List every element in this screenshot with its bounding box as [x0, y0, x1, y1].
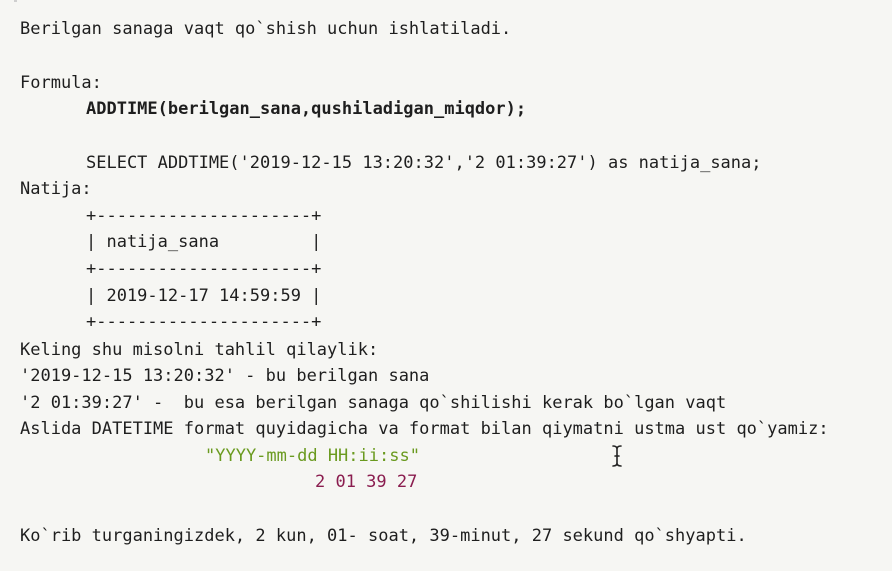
- text-cursor-icon: [612, 445, 622, 467]
- conclusion-text: Ko`rib turganingizdek, 2 kun, 01- soat, …: [20, 526, 747, 546]
- formula-syntax: ADDTIME(berilgan_sana,qushiladigan_miqdo…: [86, 99, 527, 119]
- result-table-border-mid: +---------------------+: [86, 259, 322, 279]
- intro-text: Berilgan sanaga vaqt qo`shish uchun ishl…: [20, 19, 512, 39]
- result-label: Natija:: [20, 179, 92, 199]
- analysis-heading: Keling shu misolni tahlil qilaylik:: [20, 340, 379, 360]
- result-table-row: | 2019-12-17 14:59:59 |: [86, 286, 322, 306]
- result-table-header: | natija_sana |: [86, 232, 322, 252]
- overlay-value: 2 01 39 27: [315, 472, 418, 492]
- example-query: SELECT ADDTIME('2019-12-15 13:20:32','2 …: [86, 153, 762, 173]
- top-edge-mark: [14, 0, 17, 2]
- document-page: Berilgan sanaga vaqt qo`shish uchun ishl…: [0, 0, 892, 571]
- analysis-line-1: '2019-12-15 13:20:32' - bu berilgan sana: [20, 366, 430, 386]
- analysis-line-2: '2 01:39:27' - bu esa berilgan sanaga qo…: [20, 393, 727, 413]
- result-table-border-top: +---------------------+: [86, 206, 322, 226]
- result-table-border-bottom: +---------------------+: [86, 312, 322, 332]
- datetime-format: "YYYY-mm-dd HH:ii:ss": [205, 446, 420, 466]
- formula-label: Formula:: [20, 73, 102, 93]
- analysis-line-3: Aslida DATETIME format quyidagicha va fo…: [20, 419, 829, 439]
